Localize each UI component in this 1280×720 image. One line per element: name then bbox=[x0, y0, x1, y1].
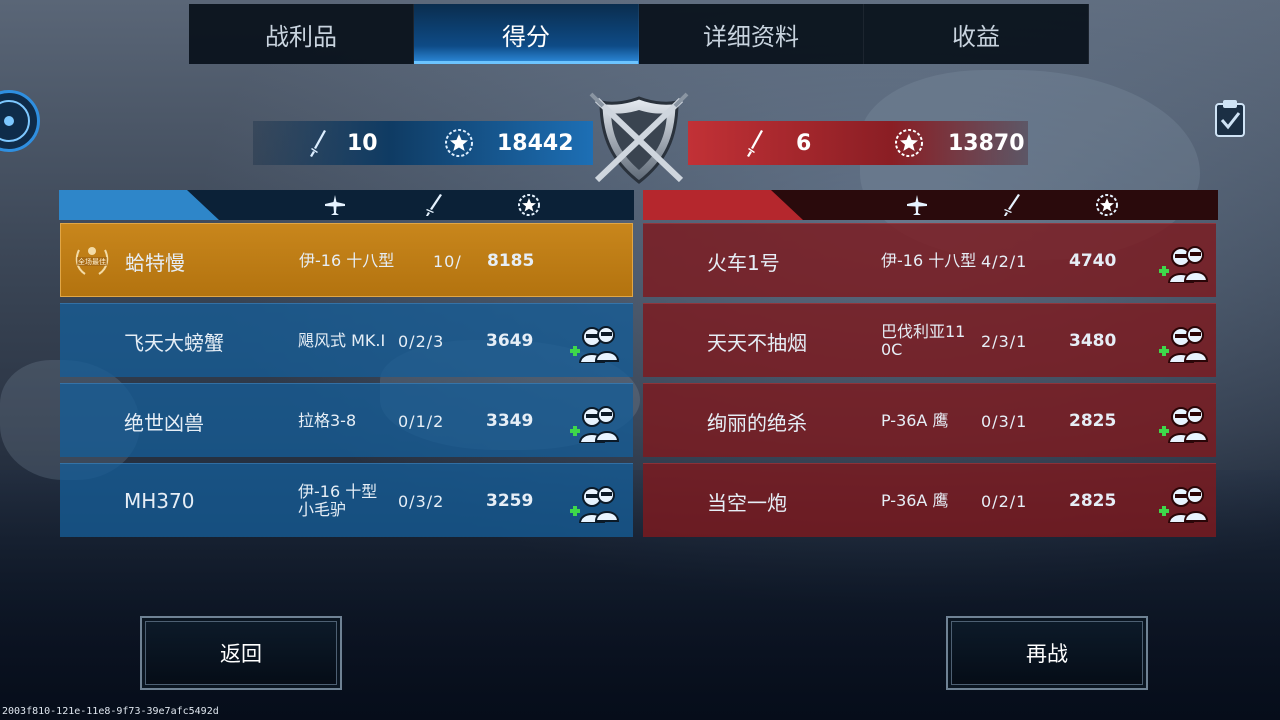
add-friend-icon[interactable] bbox=[566, 323, 622, 363]
player-plane: P-36A 鹰 bbox=[881, 411, 949, 430]
rematch-button[interactable]: 再战 bbox=[946, 616, 1148, 690]
header-stripe bbox=[59, 190, 219, 220]
player-score: 3480 bbox=[1069, 331, 1117, 351]
player-row[interactable]: 火车1号 伊-16 十八型 4/2/1 4740 bbox=[643, 223, 1216, 297]
player-plane: 巴伐利亚11 0C bbox=[881, 322, 966, 359]
add-friend-icon[interactable] bbox=[1155, 323, 1211, 363]
session-id: 2003f810-121e-11e8-9f73-39e7afc5492d bbox=[2, 706, 219, 717]
player-kda: 0/3/1 bbox=[981, 411, 1028, 431]
player-kda: 0/1/2 bbox=[398, 411, 445, 431]
sword-icon bbox=[310, 130, 326, 157]
player-plane: 伊-16 十八型 bbox=[299, 251, 395, 270]
add-friend-icon[interactable] bbox=[566, 403, 622, 443]
player-kda: 0/3/2 bbox=[398, 491, 445, 511]
player-score: 8185 bbox=[487, 251, 535, 271]
player-name: 火车1号 bbox=[707, 250, 780, 275]
player-score: 3349 bbox=[486, 411, 534, 431]
tab-bar: 战利品 得分 详细资料 收益 bbox=[189, 4, 1089, 64]
add-friend-icon[interactable] bbox=[1155, 483, 1211, 523]
player-row[interactable]: 绝世凶兽 拉格3-8 0/1/2 3349 bbox=[60, 383, 633, 457]
player-plane: 伊-16 十八型 bbox=[881, 251, 977, 270]
mvp-laurel-icon: 全场最佳 bbox=[75, 247, 109, 275]
player-score: 3259 bbox=[486, 491, 534, 511]
red-team-header bbox=[643, 190, 1218, 220]
player-row[interactable]: MH370 伊-16 十型 小毛驴 0/3/2 3259 bbox=[60, 463, 633, 537]
blue-team-score-bar: 10 18442 bbox=[253, 121, 593, 165]
red-team-score-bar: 6 13870 bbox=[688, 121, 1028, 165]
sword-icon bbox=[747, 130, 763, 157]
crossed-swords-shield-icon bbox=[589, 92, 689, 184]
blue-team-points: 18442 bbox=[497, 130, 574, 156]
sword-icon bbox=[426, 194, 442, 216]
player-plane: 拉格3-8 bbox=[298, 411, 357, 430]
plane-icon bbox=[907, 195, 927, 215]
menu-round-button[interactable] bbox=[0, 90, 40, 152]
player-plane: 飓风式 MK.I bbox=[298, 331, 386, 350]
player-score: 2825 bbox=[1069, 411, 1117, 431]
player-name: 绚丽的绝杀 bbox=[707, 410, 807, 435]
tab-earnings[interactable]: 收益 bbox=[864, 4, 1089, 64]
add-friend-icon[interactable] bbox=[1155, 403, 1211, 443]
star-laurel-icon bbox=[445, 129, 473, 157]
star-laurel-icon bbox=[895, 129, 923, 157]
player-row-mvp[interactable]: 全场最佳 蛤特慢 伊-16 十八型 10/ 8185 bbox=[60, 223, 633, 297]
player-name: 蛤特慢 bbox=[125, 250, 185, 275]
player-name: 绝世凶兽 bbox=[124, 410, 204, 435]
tab-score[interactable]: 得分 bbox=[414, 4, 639, 64]
tab-details[interactable]: 详细资料 bbox=[639, 4, 864, 64]
add-friend-icon[interactable] bbox=[1155, 243, 1211, 283]
player-name: MH370 bbox=[124, 489, 195, 513]
target-icon bbox=[0, 100, 30, 142]
player-score: 4740 bbox=[1069, 251, 1117, 271]
player-kda: 0/2/3 bbox=[398, 331, 445, 351]
player-kda: 0/2/1 bbox=[981, 491, 1028, 511]
player-kda: 2/3/1 bbox=[981, 331, 1028, 351]
player-score: 2825 bbox=[1069, 491, 1117, 511]
add-friend-icon[interactable] bbox=[566, 483, 622, 523]
player-row[interactable]: 当空一炮 P-36A 鹰 0/2/1 2825 bbox=[643, 463, 1216, 537]
star-laurel-icon bbox=[518, 194, 540, 216]
tab-loot[interactable]: 战利品 bbox=[189, 4, 414, 64]
player-name: 当空一炮 bbox=[707, 490, 787, 515]
blue-team-header bbox=[59, 190, 634, 220]
player-name: 天天不抽烟 bbox=[707, 330, 807, 355]
sword-icon bbox=[1004, 194, 1020, 216]
player-row[interactable]: 飞天大螃蟹 飓风式 MK.I 0/2/3 3649 bbox=[60, 303, 633, 377]
blue-team-kills: 10 bbox=[347, 130, 378, 156]
player-kda: 10/ bbox=[433, 251, 462, 271]
player-score: 3649 bbox=[486, 331, 534, 351]
player-kda: 4/2/1 bbox=[981, 251, 1028, 271]
player-row[interactable]: 天天不抽烟 巴伐利亚11 0C 2/3/1 3480 bbox=[643, 303, 1216, 377]
red-team-kills: 6 bbox=[796, 130, 812, 156]
player-row[interactable]: 绚丽的绝杀 P-36A 鹰 0/3/1 2825 bbox=[643, 383, 1216, 457]
player-name: 飞天大螃蟹 bbox=[124, 330, 224, 355]
back-button[interactable]: 返回 bbox=[140, 616, 342, 690]
red-team-points: 13870 bbox=[948, 130, 1025, 156]
plane-icon bbox=[325, 195, 345, 215]
star-laurel-icon bbox=[1096, 194, 1118, 216]
player-plane: P-36A 鹰 bbox=[881, 491, 949, 510]
mvp-text: 全场最佳 bbox=[78, 257, 106, 266]
header-stripe bbox=[643, 190, 803, 220]
clipboard-check-icon[interactable] bbox=[1212, 98, 1248, 138]
player-plane: 伊-16 十型 小毛驴 bbox=[298, 482, 378, 519]
